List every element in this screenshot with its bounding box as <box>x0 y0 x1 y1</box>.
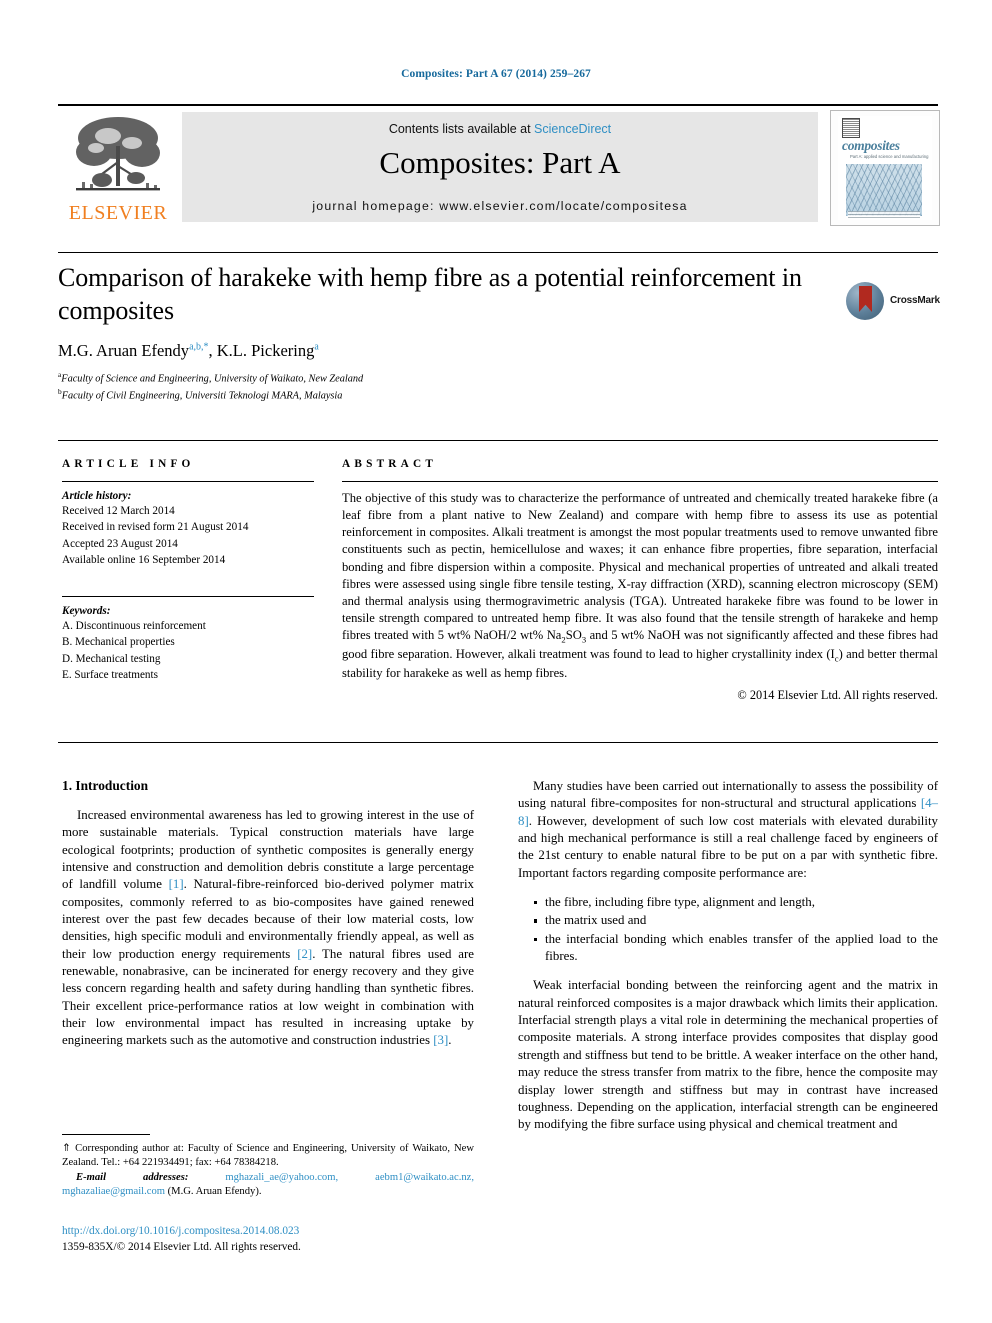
issn-copyright-line: 1359-835X/© 2014 Elsevier Ltd. All right… <box>62 1240 301 1253</box>
footnote-block: ⇑ Corresponding author at: Faculty of Sc… <box>62 1142 474 1200</box>
keywords-label: Keywords: <box>62 604 111 617</box>
cover-footer-band <box>848 211 920 219</box>
intro-paragraph-left: Increased environmental awareness has le… <box>62 807 474 1050</box>
cover-artwork <box>846 164 922 216</box>
abstract-part-2: SO <box>565 628 582 642</box>
intro-paragraph-right-2: Weak interfacial bonding between the rei… <box>518 978 938 1132</box>
masthead-divider <box>58 252 938 253</box>
elsevier-tree-icon <box>72 112 164 200</box>
journal-title: Composites: Part A <box>379 145 621 180</box>
info-band-top-divider <box>58 440 938 441</box>
article-history-received: Received 12 March 2014 <box>62 505 175 517</box>
page-title: Comparison of harakeke with hemp fibre a… <box>58 263 802 325</box>
email-note: E-mail addresses: mghazali_ae@yahoo.com,… <box>62 1171 474 1200</box>
elsevier-logo: ELSEVIER <box>58 112 176 224</box>
keywords-divider <box>62 595 314 597</box>
corresponding-author-marker-icon: ⇑ <box>62 1143 72 1154</box>
sciencedirect-link[interactable]: ScienceDirect <box>534 122 611 136</box>
composite-performance-factors-list: the fibre, including fibre type, alignme… <box>518 894 938 965</box>
corresponding-author-note: ⇑ Corresponding author at: Faculty of Sc… <box>62 1142 474 1171</box>
abstract-text: The objective of this study was to chara… <box>342 490 938 683</box>
cover-elsevier-mark-icon <box>842 118 860 138</box>
running-head: Composites: Part A 67 (2014) 259–267 <box>401 68 591 80</box>
abstract-heading: ABSTRACT <box>342 458 438 470</box>
title-block: Comparison of harakeke with hemp fibre a… <box>58 262 940 404</box>
cover-journal-title: composites <box>842 138 900 153</box>
contents-available-line: Contents lists available at ScienceDirec… <box>182 122 818 136</box>
elsevier-wordmark: ELSEVIER <box>68 202 168 224</box>
crossmark-ribbon-icon <box>859 286 872 312</box>
affiliation-text-a: Faculty of Science and Engineering, Univ… <box>61 372 364 384</box>
affiliation-b: bFaculty of Civil Engineering, Universit… <box>58 387 938 404</box>
citation-ref-2[interactable]: [2] <box>297 947 312 961</box>
intro-left-text-3: . The natural fibres used are renewable,… <box>62 946 474 1048</box>
crossmark-circle-icon <box>846 282 884 320</box>
keyword-item-e: E. Surface treatments <box>62 669 158 682</box>
crossmark-label: CrossMark <box>890 295 940 306</box>
article-history-revised: Received in revised form 21 August 2014 <box>62 521 249 534</box>
abstract-divider <box>342 481 938 482</box>
crossmark-badge[interactable]: CrossMark <box>846 282 940 322</box>
intro-right-text-1: Many studies have been carried out inter… <box>518 779 938 811</box>
email-label: E-mail addresses: <box>76 1171 189 1183</box>
info-band-bottom-divider <box>58 742 938 743</box>
abstract-copyright: © 2014 Elsevier Ltd. All rights reserved… <box>737 687 938 702</box>
abstract-part-1: The objective of this study was to chara… <box>342 491 938 642</box>
article-history-label: Article history: <box>62 490 132 502</box>
affiliation-a: aFaculty of Science and Engineering, Uni… <box>58 370 938 387</box>
list-item: the interfacial bonding which enables tr… <box>534 931 938 966</box>
keyword-item-d: D. Mechanical testing <box>62 652 161 665</box>
intro-right-text-2: . However, development of such low cost … <box>518 813 938 880</box>
keyword-item-a: A. Discontinuous reinforcement <box>62 619 206 632</box>
contents-prefix: Contents lists available at <box>388 122 535 136</box>
cover-inner: composites Part A: applied science and m… <box>838 116 932 220</box>
affiliation-text-b: Faculty of Civil Engineering, Universiti… <box>61 389 343 401</box>
intro-paragraph-right-1: Many studies have been carried out inter… <box>518 778 938 882</box>
article-info-heading: ARTICLE INFO <box>62 458 195 470</box>
article-info-column: ARTICLE INFO Article history: Received 1… <box>62 458 314 684</box>
footnote-divider <box>62 1134 150 1135</box>
journal-cover-thumbnail: composites Part A: applied science and m… <box>830 110 940 226</box>
body-right-column: Many studies have been carried out inter… <box>518 778 938 1145</box>
article-info-divider <box>62 481 314 482</box>
keyword-item-b: B. Mechanical properties <box>62 636 175 649</box>
doi-block: http://dx.doi.org/10.1016/j.compositesa.… <box>62 1224 482 1256</box>
citation-ref-3[interactable]: [3] <box>433 1033 448 1047</box>
article-history-online: Available online 16 September 2014 <box>62 554 226 567</box>
journal-article-page: Composites: Part A 67 (2014) 259–267 ELS… <box>0 0 992 1323</box>
journal-masthead: ELSEVIER Contents lists available at Sci… <box>58 104 940 228</box>
doi-link[interactable]: http://dx.doi.org/10.1016/j.compositesa.… <box>62 1224 482 1240</box>
cover-journal-subtitle: Part A: applied science and manufacturin… <box>850 154 929 159</box>
journal-band: Contents lists available at ScienceDirec… <box>182 112 818 222</box>
citation-ref-1[interactable]: [1] <box>169 877 184 891</box>
abstract-column: ABSTRACT The objective of this study was… <box>342 458 938 703</box>
body-left-column: 1. Introduction Increased environmental … <box>62 778 474 1061</box>
section-heading-introduction: 1. Introduction <box>62 778 149 793</box>
list-item: the matrix used and <box>534 912 938 929</box>
keywords-block: Keywords: A. Discontinuous reinforcement… <box>62 595 314 684</box>
email-owner: (M.G. Aruan Efendy). <box>165 1186 262 1198</box>
article-history-accepted: Accepted 23 August 2014 <box>62 537 178 550</box>
author-list: M.G. Aruan Efendya,b,*, K.L. Pickeringa <box>58 340 319 360</box>
affiliation-list: aFaculty of Science and Engineering, Uni… <box>58 370 938 404</box>
list-item: the fibre, including fibre type, alignme… <box>534 894 938 911</box>
intro-left-text-4: . <box>448 1033 452 1048</box>
journal-homepage-link[interactable]: journal homepage: www.elsevier.com/locat… <box>182 199 818 213</box>
corresponding-author-text: Corresponding author at: Faculty of Scie… <box>62 1143 474 1169</box>
